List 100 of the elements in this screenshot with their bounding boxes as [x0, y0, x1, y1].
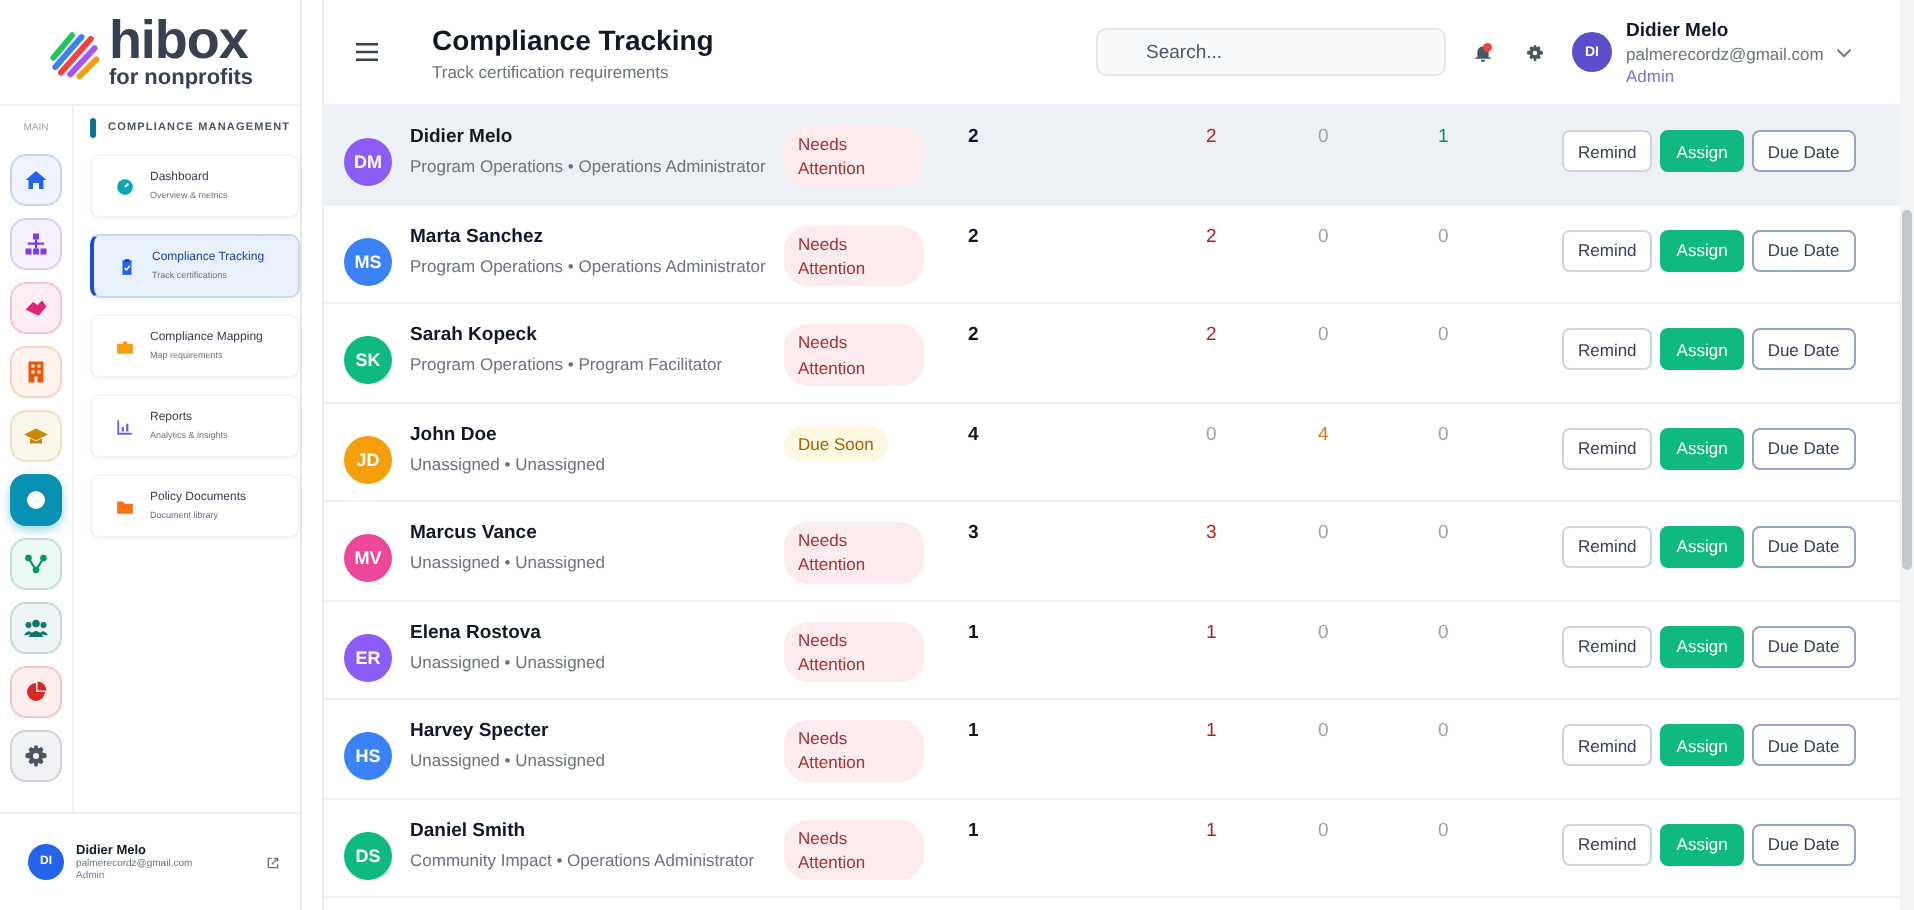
count-cell-text: 0: [1318, 324, 1331, 347]
count-cell-text: 3: [1206, 521, 1219, 544]
home-icon: [24, 168, 48, 192]
member-avatar: MS: [344, 237, 392, 286]
due-date-button[interactable]: Due Date: [1751, 625, 1856, 667]
remind-button[interactable]: Remind: [1562, 525, 1653, 568]
member-name: Sarah Kopeck: [410, 324, 539, 347]
briefcase-icon: [116, 337, 134, 355]
remind-button[interactable]: Remind: [1562, 724, 1653, 767]
status-badge: Needs Attention: [784, 324, 924, 386]
member-avatar: DM: [344, 138, 392, 186]
due-date-button[interactable]: Due Date: [1751, 130, 1856, 172]
rail-button[interactable]: [10, 602, 62, 654]
folder-icon: [116, 497, 134, 515]
member-name: Marcus Vance: [410, 521, 539, 544]
table-row[interactable]: MV Marcus Vance Unassigned • Unassigned Needs Attention 3 3 0 0 Remind Assign Due Date: [324, 501, 1900, 601]
member-role: Program Operations • Program Facilitator: [410, 352, 725, 378]
page-subtitle: Track certification requirements: [432, 61, 671, 81]
member-role: Program Operations • Operations Administrator: [410, 253, 768, 278]
status-badge: Needs Attention: [784, 225, 924, 287]
nodes-icon: [24, 552, 48, 576]
status-badge: Needs Attention: [784, 621, 924, 683]
brand-tagline: for nonprofits: [108, 68, 254, 90]
sitemap-icon: [24, 232, 48, 256]
count-cell-text: 0: [1438, 521, 1451, 544]
external-link-icon[interactable]: [266, 855, 280, 869]
count-cell-text: 1: [1206, 819, 1219, 842]
due-date-button[interactable]: Due Date: [1751, 823, 1856, 866]
due-date-button[interactable]: Due Date: [1751, 724, 1856, 767]
due-date-button[interactable]: Due Date: [1751, 525, 1856, 568]
table-row[interactable]: DS Daniel Smith Community Impact • Operations Administrator Needs Attention 1 1 0 0 Remind Assign Due Date: [324, 799, 1900, 899]
count-cell-text: 4: [1318, 423, 1331, 446]
remind-button[interactable]: Remind: [1562, 328, 1653, 371]
member-role: Program Operations • Operations Administrator: [410, 154, 768, 179]
circle-icon: [24, 488, 48, 512]
table-row[interactable]: MS Marta Sanchez Program Operations • Operations Administrator Needs Attention 2 2 0 0 Remind Assign Due Date: [324, 205, 1900, 305]
count-cell-text: 1: [1206, 621, 1219, 643]
remind-button[interactable]: Remind: [1562, 625, 1653, 667]
count-cell-text: 0: [1318, 225, 1331, 248]
rail-button[interactable]: [10, 154, 62, 206]
member-name: Daniel Smith: [410, 819, 528, 842]
rail-button[interactable]: [10, 730, 62, 782]
rail-button[interactable]: [10, 282, 62, 334]
count-cell-text: 0: [1206, 423, 1219, 446]
count-cell-text: 0: [1318, 720, 1331, 743]
rail-button[interactable]: [10, 538, 62, 590]
count-cell-text: 1: [968, 621, 981, 643]
settings-icon[interactable]: [1526, 43, 1544, 61]
rail-button[interactable]: [10, 346, 62, 398]
status-badge: Needs Attention: [784, 521, 924, 583]
due-date-button[interactable]: Due Date: [1751, 427, 1856, 470]
chevron-down-icon[interactable]: [1835, 47, 1852, 57]
remind-button[interactable]: Remind: [1562, 229, 1653, 272]
count-cell-text: 2: [968, 126, 981, 148]
member-name: John Doe: [410, 423, 499, 446]
page-title: Compliance Tracking: [432, 23, 716, 55]
member-avatar: HS: [344, 732, 392, 781]
due-date-button[interactable]: Due Date: [1751, 229, 1856, 272]
count-cell-text: 2: [1206, 225, 1219, 248]
count-cell-text: 1: [968, 819, 981, 842]
rail-button[interactable]: [10, 666, 62, 718]
member-name: Didier Melo: [410, 126, 515, 148]
bell-icon[interactable]: [1474, 41, 1492, 63]
member-role: Unassigned • Unassigned: [410, 451, 607, 477]
table-row[interactable]: ER Elena Rostova Unassigned • Unassigned Needs Attention 1 1 0 0 Remind Assign Due Date: [324, 601, 1900, 701]
count-cell-text: 1: [1206, 720, 1219, 743]
chart-icon: [116, 417, 134, 435]
member-role: Unassigned • Unassigned: [410, 549, 607, 575]
member-role: Unassigned • Unassigned: [410, 748, 607, 773]
count-cell-text: 1: [968, 720, 981, 743]
table-row[interactable]: SK Sarah Kopeck Program Operations • Program Facilitator Needs Attention 2 2 0 0 Remind Assign Due Date: [324, 304, 1900, 404]
member-avatar: MV: [344, 533, 392, 582]
table-row[interactable]: JD John Doe Unassigned • Unassigned Due Soon 4 0 4 0 Remind Assign Due Date: [324, 403, 1900, 502]
count-cell-text: 0: [1438, 720, 1451, 743]
table-row[interactable]: DM Didier Melo Program Operations • Operations Administrator Needs Attention 2 2 0 1 Remind Assign Due Date: [324, 106, 1900, 206]
rail-button[interactable]: [10, 474, 62, 526]
remind-button[interactable]: Remind: [1562, 823, 1653, 866]
user-name: Didier Melo: [1626, 19, 1731, 41]
count-cell-text: 0: [1318, 126, 1331, 148]
member-avatar: ER: [344, 633, 392, 681]
due-date-button[interactable]: Due Date: [1751, 328, 1856, 371]
count-cell-text: 0: [1318, 621, 1331, 643]
search-field[interactable]: Search...: [1096, 28, 1446, 76]
count-cell-text: 0: [1318, 521, 1331, 544]
count-cell-text: 2: [1206, 126, 1219, 148]
gear-icon: [24, 744, 48, 768]
table-row[interactable]: HS Harvey Specter Unassigned • Unassigned Needs Attention 1 1 0 0 Remind Assign Due Date: [324, 700, 1900, 800]
member-avatar: DS: [344, 831, 392, 880]
count-cell-text: 2: [1206, 324, 1219, 347]
member-role: Community Impact • Operations Administrator: [410, 847, 757, 873]
rail-button[interactable]: [10, 218, 62, 270]
user-email: palmerecordz@gmail.com: [1626, 43, 1824, 63]
status-badge: Due Soon: [784, 425, 888, 463]
remind-button[interactable]: Remind: [1562, 130, 1653, 172]
count-cell-text: 0: [1438, 423, 1451, 446]
remind-button[interactable]: Remind: [1562, 427, 1653, 470]
menu-icon[interactable]: [356, 42, 378, 62]
count-cell-text: 4: [968, 423, 981, 446]
member-role: Unassigned • Unassigned: [410, 649, 607, 674]
member-name: Marta Sanchez: [410, 225, 546, 248]
